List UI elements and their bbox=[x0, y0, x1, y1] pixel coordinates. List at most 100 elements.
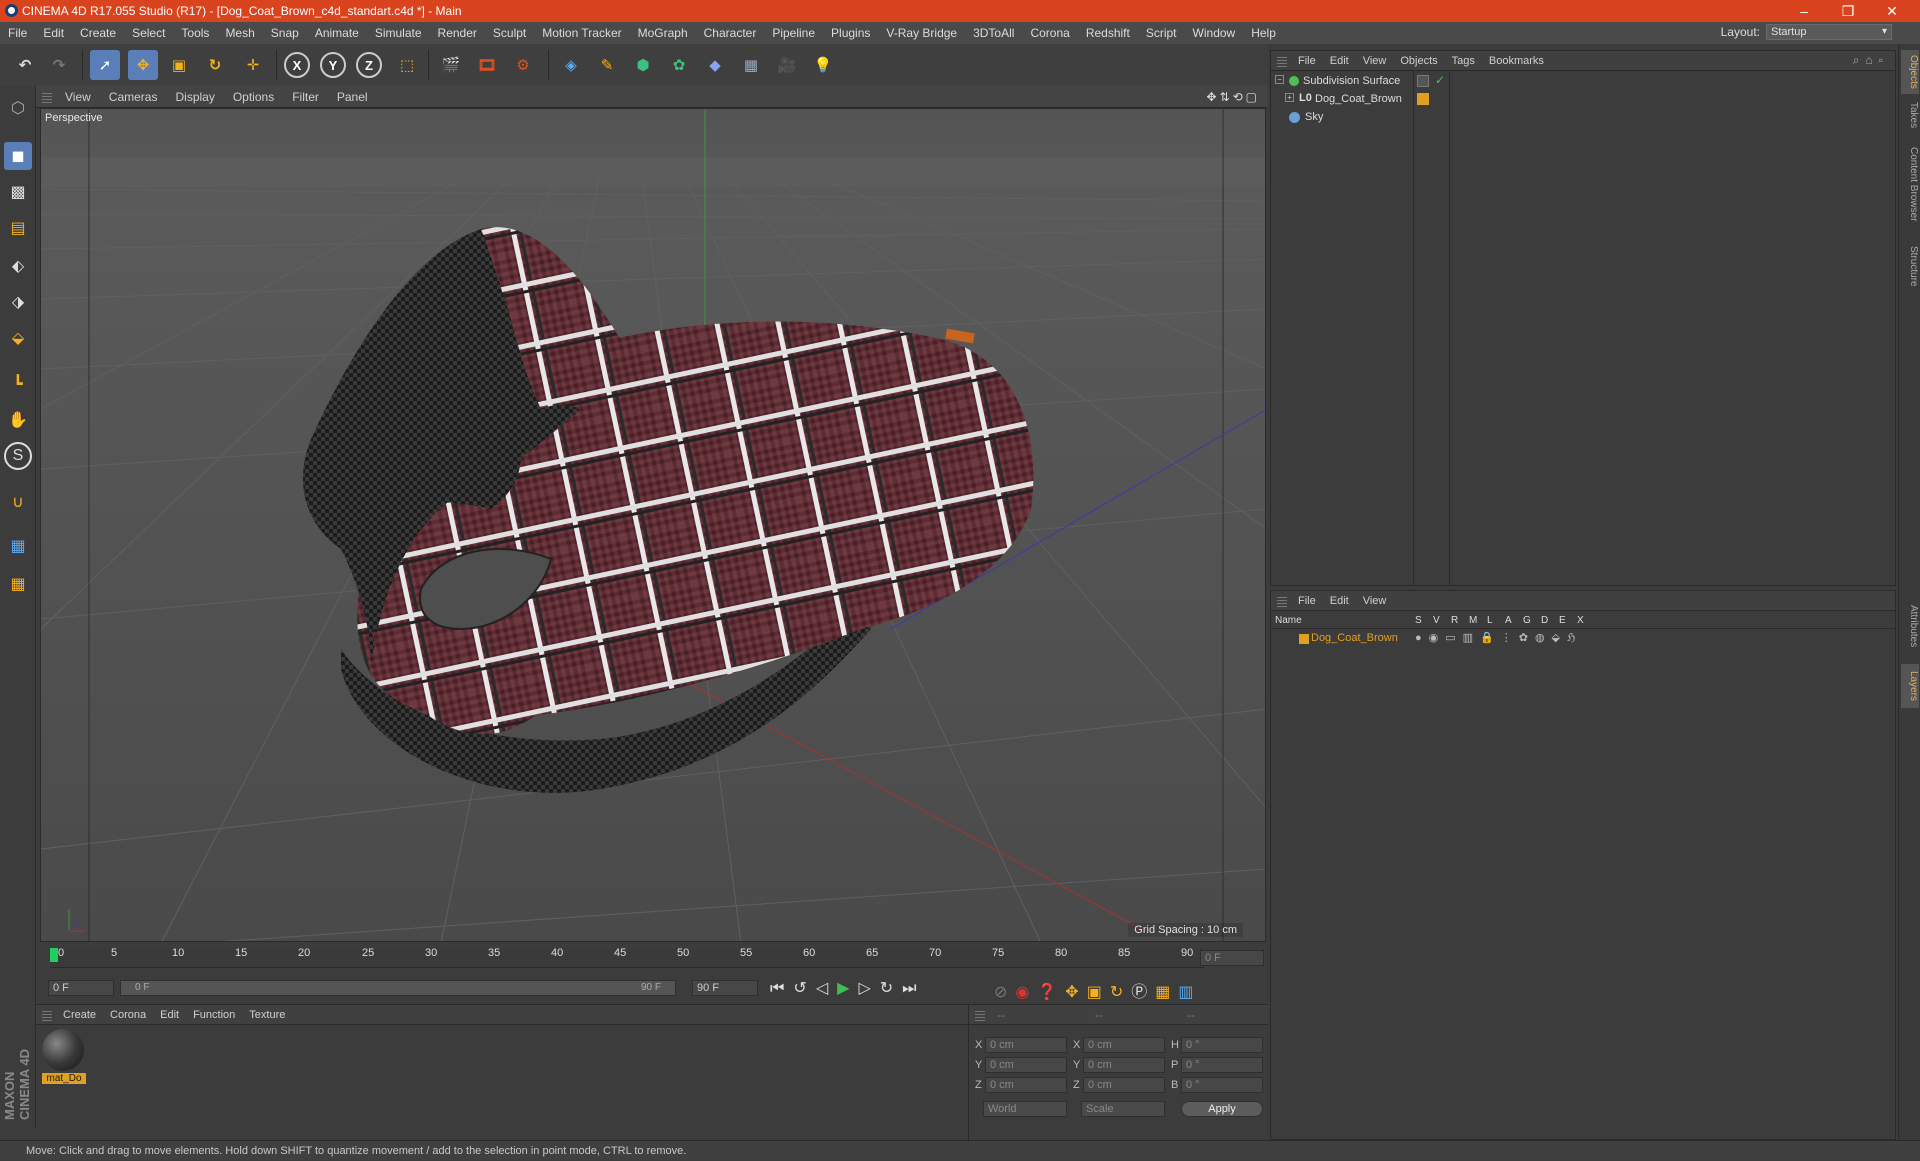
timeline-ruler[interactable]: 0 5 10 15 20 25 30 35 40 45 50 55 60 65 … bbox=[36, 944, 1268, 972]
viewport-nav-icons[interactable]: ✥⇅⟲▢ bbox=[1206, 90, 1260, 104]
scale-tool-icon[interactable]: ▣ bbox=[164, 50, 194, 80]
viewport-menu-cameras[interactable]: Cameras bbox=[100, 90, 167, 104]
om-menu-bookmarks[interactable]: Bookmarks bbox=[1482, 55, 1551, 67]
viewport-menu-panel[interactable]: Panel bbox=[328, 90, 377, 104]
lm-menu-view[interactable]: View bbox=[1356, 595, 1394, 607]
deformer-icon[interactable]: ◆ bbox=[700, 50, 730, 80]
menu-file[interactable]: File bbox=[0, 26, 35, 40]
size-z-field[interactable]: 0 cm bbox=[1083, 1077, 1165, 1093]
spline-pen-icon[interactable]: ✎ bbox=[592, 50, 622, 80]
rotate-tool-icon[interactable]: ↻ bbox=[200, 50, 230, 80]
om-menu-file[interactable]: File bbox=[1291, 55, 1323, 67]
object-row-sky[interactable]: Sky bbox=[1271, 109, 1895, 127]
texture-mode-icon[interactable]: ▩ bbox=[4, 178, 32, 206]
move-tool-icon[interactable]: ✥ bbox=[128, 50, 158, 80]
snap-settings-icon[interactable]: S bbox=[4, 442, 32, 470]
size-y-field[interactable]: 0 cm bbox=[1083, 1057, 1165, 1073]
enable-axis-icon[interactable]: ┗ bbox=[4, 370, 32, 398]
layer-row[interactable]: Dog_Coat_Brown ●◉▭▥🔒⋮✿◍⬙ℌ bbox=[1271, 631, 1895, 647]
object-row-dog-coat[interactable]: + L0 Dog_Coat_Brown bbox=[1271, 91, 1895, 109]
tab-layers[interactable]: Layers bbox=[1901, 664, 1919, 708]
pos-y-field[interactable]: 0 cm bbox=[985, 1057, 1067, 1073]
menu-vray-bridge[interactable]: V-Ray Bridge bbox=[878, 26, 965, 40]
rot-h-field[interactable]: 0 ° bbox=[1181, 1037, 1263, 1053]
z-axis-lock-icon[interactable]: Z bbox=[356, 52, 382, 78]
menu-redshift[interactable]: Redshift bbox=[1078, 26, 1138, 40]
go-to-start-icon[interactable]: ⏮ bbox=[770, 980, 793, 997]
apply-button[interactable]: Apply bbox=[1181, 1101, 1263, 1117]
material-menu-texture[interactable]: Texture bbox=[242, 1009, 292, 1021]
key-position-icon[interactable]: ✥ bbox=[1065, 984, 1086, 1001]
coordinate-space-dropdown[interactable]: World bbox=[983, 1101, 1067, 1117]
layer-color-swatch[interactable] bbox=[1299, 634, 1309, 644]
planar-workplane-icon[interactable]: ▦ bbox=[4, 570, 32, 598]
camera-icon[interactable]: 🎥 bbox=[772, 50, 802, 80]
menu-help[interactable]: Help bbox=[1243, 26, 1284, 40]
om-menu-objects[interactable]: Objects bbox=[1393, 55, 1444, 67]
menu-mesh[interactable]: Mesh bbox=[217, 26, 262, 40]
viewport-perspective[interactable]: Perspective Grid Spacing : 10 cm bbox=[40, 108, 1266, 942]
redo-icon[interactable]: ↷ bbox=[44, 50, 74, 80]
key-pla-icon[interactable]: ▦ bbox=[1155, 984, 1178, 1001]
material-menu-corona[interactable]: Corona bbox=[103, 1009, 153, 1021]
key-rotation-icon[interactable]: ↻ bbox=[1110, 984, 1131, 1001]
om-menu-view[interactable]: View bbox=[1356, 55, 1394, 67]
size-mode-dropdown[interactable]: Scale bbox=[1081, 1101, 1165, 1117]
layer-name[interactable]: Dog_Coat_Brown bbox=[1311, 632, 1398, 644]
layout-dropdown[interactable]: Startup bbox=[1766, 24, 1892, 40]
menu-select[interactable]: Select bbox=[124, 26, 173, 40]
menu-snap[interactable]: Snap bbox=[263, 26, 307, 40]
tab-attributes[interactable]: Attributes bbox=[1901, 594, 1919, 658]
lm-menu-edit[interactable]: Edit bbox=[1323, 595, 1356, 607]
frame-range-slider[interactable]: 0 F 90 F bbox=[120, 980, 676, 996]
material-menu-function[interactable]: Function bbox=[186, 1009, 242, 1021]
render-settings-icon[interactable]: ⚙ bbox=[508, 50, 538, 80]
menu-create[interactable]: Create bbox=[72, 26, 124, 40]
layer-tag-icon[interactable] bbox=[1417, 75, 1429, 87]
pos-z-field[interactable]: 0 cm bbox=[985, 1077, 1067, 1093]
menu-plugins[interactable]: Plugins bbox=[823, 26, 878, 40]
enabled-check-icon[interactable]: ✓ bbox=[1435, 73, 1445, 87]
om-menu-edit[interactable]: Edit bbox=[1323, 55, 1356, 67]
prev-key-icon[interactable]: ↺ bbox=[793, 980, 815, 997]
go-to-end-icon[interactable]: ⏭ bbox=[902, 980, 925, 997]
menu-tools[interactable]: Tools bbox=[173, 26, 217, 40]
live-selection-icon[interactable]: ➚ bbox=[90, 50, 120, 80]
transform-tool-icon[interactable]: ✛ bbox=[238, 50, 268, 80]
points-mode-icon[interactable]: ⬖ bbox=[4, 252, 32, 280]
start-frame-field[interactable]: 0 F bbox=[48, 980, 114, 996]
autokey-icon[interactable]: ❓ bbox=[1037, 984, 1065, 1001]
pos-x-field[interactable]: 0 cm bbox=[985, 1037, 1067, 1053]
make-editable-icon[interactable]: ⬡ bbox=[4, 94, 32, 122]
menu-corona[interactable]: Corona bbox=[1022, 26, 1077, 40]
minimize-button[interactable]: – bbox=[1782, 0, 1826, 22]
menu-character[interactable]: Character bbox=[696, 26, 765, 40]
menu-pipeline[interactable]: Pipeline bbox=[764, 26, 823, 40]
om-menu-tags[interactable]: Tags bbox=[1445, 55, 1482, 67]
om-search-home-icons[interactable]: ⌕⌂▫ bbox=[1853, 53, 1889, 68]
play-icon[interactable]: ▶ bbox=[837, 980, 858, 997]
close-button[interactable]: ✕ bbox=[1870, 0, 1914, 22]
tab-takes[interactable]: Takes bbox=[1901, 98, 1919, 132]
model-mode-icon[interactable]: ◼ bbox=[4, 142, 32, 170]
tab-objects[interactable]: Objects bbox=[1901, 50, 1919, 94]
menu-script[interactable]: Script bbox=[1138, 26, 1185, 40]
material-swatch[interactable]: mat_Do bbox=[42, 1029, 86, 1087]
menu-animate[interactable]: Animate bbox=[307, 26, 367, 40]
menu-3dtoall[interactable]: 3DToAll bbox=[965, 26, 1022, 40]
subdivision-surface-icon[interactable]: ⬢ bbox=[628, 50, 658, 80]
restore-button[interactable]: ❐ bbox=[1826, 0, 1870, 22]
menu-mograph[interactable]: MoGraph bbox=[630, 26, 696, 40]
polygons-mode-icon[interactable]: ⬙ bbox=[4, 324, 32, 352]
undo-icon[interactable]: ↶ bbox=[10, 50, 40, 80]
expand-icon[interactable]: + bbox=[1285, 93, 1294, 102]
next-frame-icon[interactable]: ▷ bbox=[858, 980, 879, 997]
collapse-icon[interactable]: − bbox=[1275, 75, 1284, 84]
menu-sculpt[interactable]: Sculpt bbox=[485, 26, 534, 40]
next-key-icon[interactable]: ↻ bbox=[880, 980, 902, 997]
render-view-icon[interactable]: 🎬 bbox=[436, 50, 466, 80]
end-frame-field[interactable]: 90 F bbox=[692, 980, 758, 996]
magnet-icon[interactable]: ∪ bbox=[4, 488, 32, 516]
edges-mode-icon[interactable]: ⬗ bbox=[4, 288, 32, 316]
viewport-menu-filter[interactable]: Filter bbox=[283, 90, 328, 104]
